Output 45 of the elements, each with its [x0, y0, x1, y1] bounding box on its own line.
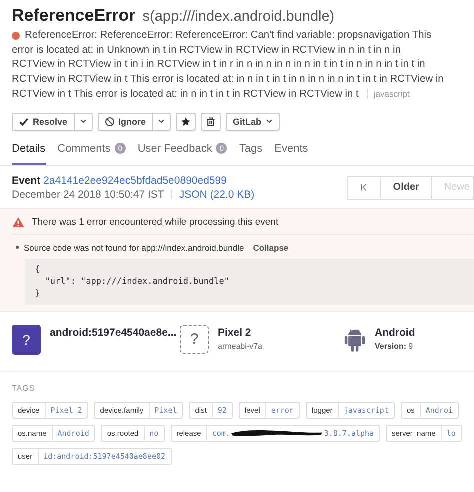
pager-button[interactable]: Older — [380, 176, 432, 200]
tab[interactable]: Details — [12, 142, 46, 164]
trash-icon — [206, 116, 216, 126]
dropdown-button[interactable] — [74, 112, 93, 130]
tab-label: User Feedback — [138, 142, 212, 154]
section-heading: TAGS — [12, 384, 36, 392]
error-message: ReferenceError: ReferenceError: ReferenceError: Can't find variable: propsnavigation This error is located at: in Unknown in t in RCTView in RCTView in RCTView in n in t in n in RCTView in RCTView in t in i in RCTView in t in r in n in n in n in n in t in t in n in n in t in t in RCTView in RCTView in t This error is located at: in n in t in t in n in n in n in t in t in RCTView in RCTView in t This error is located at: in n in t in t in RCTView in RCTView in t javascript — [12, 29, 444, 102]
first-page-icon — [360, 183, 368, 192]
level-dot — [12, 32, 20, 40]
user-avatar: ? — [12, 324, 41, 354]
caret-icon — [266, 118, 273, 125]
warning-icon — [12, 217, 25, 228]
tab[interactable]: Events — [274, 142, 308, 164]
context-title: Android — [375, 326, 416, 338]
caret-icon — [80, 118, 87, 125]
context-subtitle: armeabi-v7a — [218, 342, 262, 350]
delete-button[interactable] — [201, 112, 222, 130]
context-title: android:5197e4540ae8e... — [50, 326, 177, 338]
caret-icon — [158, 118, 166, 125]
integration-dropdown[interactable]: GitLab — [226, 112, 280, 130]
tab[interactable]: Tags — [239, 142, 263, 164]
ignore-button[interactable]: Ignore — [98, 112, 154, 130]
bullet-icon — [16, 246, 19, 249]
star-icon — [181, 116, 192, 126]
event-label: Event — [12, 174, 41, 188]
collapse-link[interactable]: Collapse — [253, 242, 289, 252]
json-link[interactable]: JSON (22.0 KB) — [179, 188, 255, 202]
error-item-text: Source code was not found for app:///index.android.bundle — [24, 242, 244, 252]
error-title: ReferenceError — [12, 6, 136, 26]
version-value: 9 — [408, 342, 414, 350]
ban-icon — [104, 116, 115, 126]
unknown-device-icon: ? — [180, 324, 209, 354]
bookmark-button[interactable] — [176, 112, 196, 130]
error-banner-text: There was 1 error encountered while processing this event — [32, 217, 279, 228]
event-date: December 24 2018 10:50:47 IST — [12, 188, 164, 202]
resolve-button[interactable]: Resolve — [12, 112, 75, 130]
context-title: Pixel 2 — [218, 326, 252, 338]
culprit-text: s(app:///index.android.bundle) — [142, 9, 335, 25]
dropdown-button[interactable] — [153, 112, 172, 130]
check-icon — [19, 116, 29, 126]
android-robot-icon — [344, 326, 366, 352]
version-label: Version: — [375, 342, 407, 350]
code-block: { "url": "app:///index.android.bundle" } — [25, 258, 474, 304]
event-id-link[interactable]: 2a4141e2ee924ec5bfdad5e0890ed599 — [44, 174, 227, 188]
tab-label: Comments — [58, 142, 111, 154]
